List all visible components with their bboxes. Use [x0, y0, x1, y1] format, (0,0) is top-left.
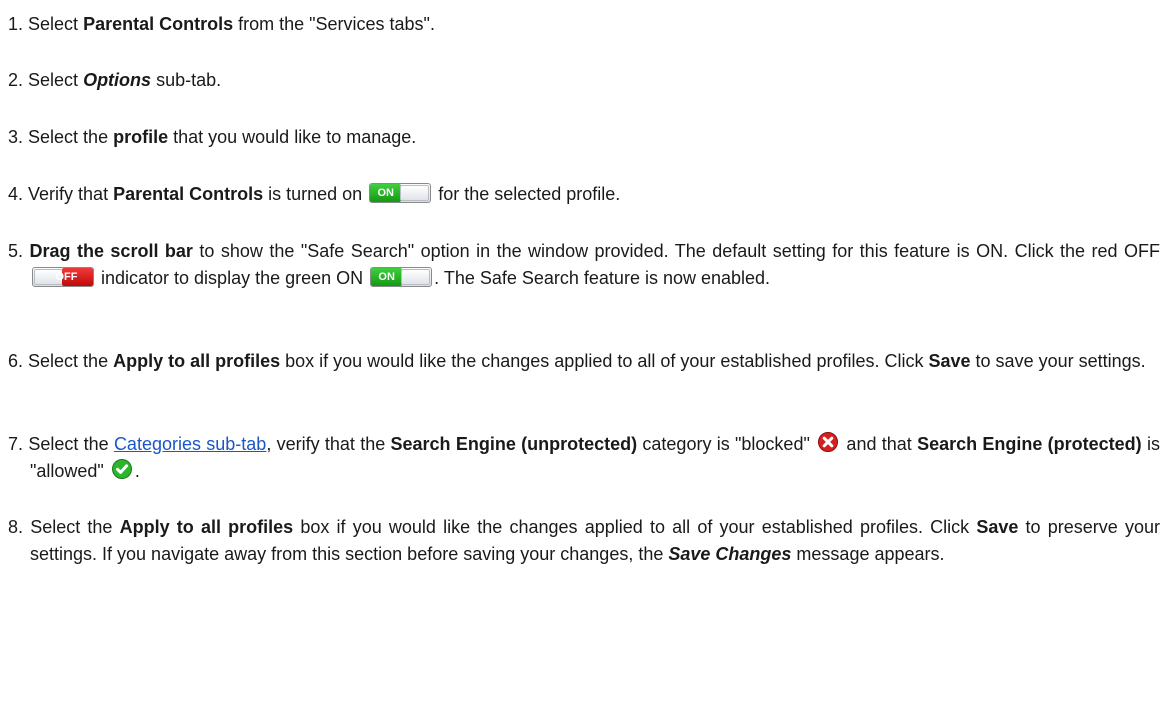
step-5: 5. Drag the scroll bar to show the "Safe…: [8, 241, 1160, 288]
blocked-icon: [818, 432, 839, 452]
step-2: 2. Select Options sub-tab.: [8, 70, 222, 90]
step-4: 4. Verify that Parental Controls is turn…: [8, 183, 621, 204]
step-8: 8. Select the Apply to all profiles box …: [8, 517, 1160, 564]
instructions-list: 1. Select Parental Controls from the "Se…: [0, 0, 1175, 709]
categories-subtab-link[interactable]: Categories sub-tab: [114, 434, 266, 454]
step-1: 1. Select Parental Controls from the "Se…: [8, 14, 435, 34]
step-3: 3. Select the profile that you would lik…: [8, 127, 417, 147]
on-toggle-icon: ON: [370, 267, 433, 287]
allowed-icon: [111, 459, 132, 479]
on-toggle-icon: ON: [369, 183, 432, 203]
step-7: 7. Select the Categories sub-tab, verify…: [8, 432, 1160, 481]
off-toggle-icon: OFF: [32, 267, 94, 287]
step-6: 6. Select the Apply to all profiles box …: [8, 351, 1146, 371]
